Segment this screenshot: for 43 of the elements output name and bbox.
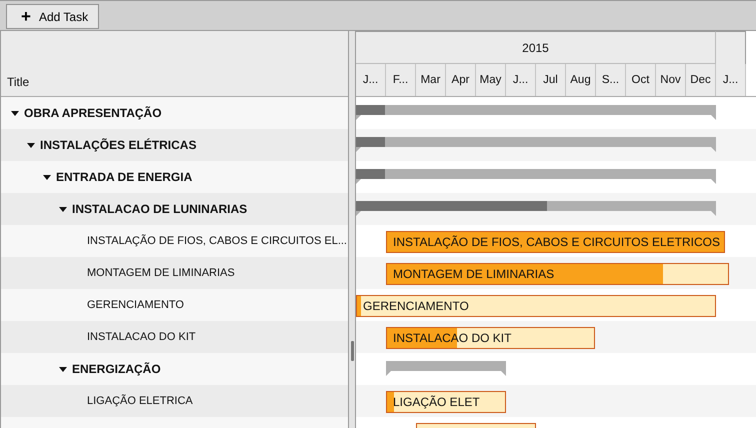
add-task-button[interactable]: + Add Task <box>6 4 100 29</box>
task-bar-label: INSTALAÇÃO DE FIOS, CABOS E CIRCUITOS ELETRICOS <box>392 234 720 251</box>
expand-toggle-icon[interactable] <box>59 366 67 372</box>
expand-toggle-icon[interactable] <box>11 110 19 116</box>
column-header[interactable]: Title <box>1 31 348 97</box>
task-bar-label: LIGAÇÃO ELET <box>392 394 480 411</box>
task-bar[interactable]: LIGAÇÃO ELET <box>386 391 506 413</box>
month-header: S... <box>596 64 626 96</box>
summary-bar[interactable] <box>356 105 716 120</box>
month-header: Nov <box>656 64 686 96</box>
month-header: Aug <box>566 64 596 96</box>
task-bar[interactable]: GERENCIAMENTO <box>356 295 716 317</box>
task-bar-label: MONTAGEM DE LIMINARIAS <box>392 266 554 283</box>
splitter-handle[interactable] <box>348 31 356 428</box>
expand-toggle-icon[interactable] <box>59 206 67 212</box>
summary-bar[interactable] <box>356 169 716 184</box>
expand-toggle-icon[interactable] <box>27 142 35 148</box>
summary-bar[interactable] <box>356 137 716 152</box>
expand-toggle-icon[interactable] <box>43 174 51 180</box>
month-header: Dec <box>686 64 716 96</box>
month-header: J... <box>506 64 536 96</box>
task-bar-label: GERENCIAMENTO <box>362 298 469 315</box>
month-header: Oct <box>626 64 656 96</box>
month-header: F... <box>386 64 416 96</box>
month-header: J... <box>716 64 746 96</box>
month-header: Apr <box>446 64 476 96</box>
summary-bar[interactable] <box>356 201 716 216</box>
task-bar[interactable]: INSTALAÇÃO DE FIOS, CABOS E CIRCUITOS ELETRICOS <box>386 231 725 253</box>
task-title[interactable]: GERENCIAMENTO <box>87 299 184 311</box>
task-bar[interactable]: MONTAGEM DE LIMINARIAS <box>386 263 729 285</box>
task-title[interactable]: OBRA APRESENTAÇÃO <box>24 106 162 120</box>
task-title[interactable]: ENTRADA DE ENERGIA <box>56 170 192 184</box>
month-header: May <box>476 64 506 96</box>
task-title[interactable]: INSTALACAO DO KIT <box>87 331 196 343</box>
task-title[interactable]: LIGAÇÃO ELETRICA <box>87 395 193 407</box>
month-header: Mar <box>416 64 446 96</box>
task-title[interactable]: ENERGIZAÇÃO <box>72 362 161 376</box>
year-header: 2015 <box>356 31 716 64</box>
task-title[interactable]: MONTAGEM DE LIMINARIAS <box>87 267 235 279</box>
month-header: Jul <box>536 64 566 96</box>
task-title[interactable]: INSTALAÇÃO DE FIOS, CABOS E CIRCUITOS EL... <box>87 235 347 247</box>
month-header: J... <box>356 64 386 96</box>
task-title[interactable]: INSTALAÇÕES ELÉTRICAS <box>40 138 196 152</box>
